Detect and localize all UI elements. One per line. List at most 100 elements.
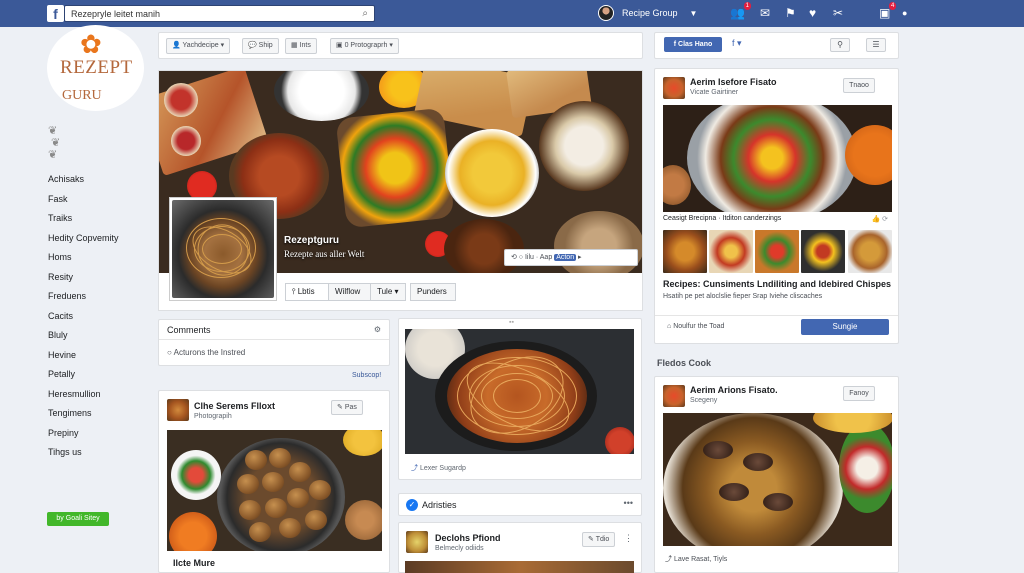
search-icon[interactable]: ⌕ bbox=[362, 8, 368, 19]
thumbnail-4[interactable] bbox=[801, 230, 845, 273]
post-title[interactable]: Declohs Pfiond bbox=[435, 533, 501, 543]
edit-icon: ✎ bbox=[588, 536, 596, 543]
post-title[interactable]: Clhe Serems Flloxt bbox=[194, 401, 275, 411]
more-options-icon[interactable]: ••• bbox=[624, 498, 633, 508]
post-footer-link[interactable]: ⌂ Noulfur the Toad bbox=[667, 323, 724, 330]
tools-icon[interactable]: ✂ bbox=[833, 6, 843, 20]
post-card-left: Clhe Serems Flloxt Photograpih ✎ Pas Ilc… bbox=[158, 390, 390, 573]
thumbnail-5[interactable] bbox=[848, 230, 892, 273]
sidebar-item[interactable]: Freduens bbox=[48, 287, 119, 307]
sidebar-nav: Achisaks Fask Traiks Hedity Copvemity Ho… bbox=[48, 170, 119, 463]
post-action-button[interactable]: ✎ Pas bbox=[331, 400, 363, 415]
logo-text-rezept: REZEPT bbox=[60, 57, 133, 78]
chevron-down-icon[interactable]: ▼ bbox=[690, 9, 698, 18]
bookmark-icon[interactable]: ⚑ bbox=[785, 6, 796, 20]
messenger-icon[interactable]: ✉ bbox=[760, 6, 770, 20]
post-image-stew[interactable] bbox=[663, 413, 892, 546]
subscribe-link[interactable]: Subscop! bbox=[352, 372, 381, 379]
cover-action-bar[interactable]: ⟲ ○ Iilu · Aap Acton ▸ bbox=[504, 249, 638, 266]
post-description: Hsatih pe pet aloclslie fieper Srap Ivie… bbox=[663, 293, 823, 300]
post-avatar[interactable] bbox=[406, 531, 428, 553]
tab-lbtis[interactable]: ⫯ Lbtis bbox=[285, 283, 329, 301]
comment-option[interactable]: ○ Acturons the Instred bbox=[167, 348, 245, 357]
post-avatar[interactable] bbox=[167, 399, 189, 421]
sidebar-item[interactable]: Bluly bbox=[48, 326, 119, 346]
sidebar-item[interactable]: Tengimens bbox=[48, 404, 119, 424]
share-icon[interactable]: ⟲ ○ bbox=[511, 254, 525, 261]
primary-action-button[interactable]: Sungie bbox=[801, 319, 889, 335]
heart-icon[interactable]: ♥ bbox=[809, 6, 816, 20]
sidebar-item[interactable]: Heresmullion bbox=[48, 385, 119, 405]
sidebar-item[interactable]: Fask bbox=[48, 190, 119, 210]
sidebar-item[interactable]: Traiks bbox=[48, 209, 119, 229]
action-button[interactable]: Acton bbox=[554, 254, 577, 261]
thumbnail-1[interactable] bbox=[663, 230, 707, 273]
pin-icon: ⤴ bbox=[665, 556, 674, 563]
pasta bbox=[447, 349, 587, 443]
sidebar-item[interactable]: Cacits bbox=[48, 307, 119, 327]
profile-menu[interactable]: Recipe Group ▼ bbox=[598, 5, 697, 21]
sidebar-item[interactable]: Homs bbox=[48, 248, 119, 268]
post-action-button[interactable]: Tnaoo bbox=[843, 78, 875, 93]
sidebar-item[interactable]: Hevine bbox=[48, 346, 119, 366]
activities-bar[interactable]: ✓ Adristies ••• bbox=[398, 493, 642, 516]
post-avatar[interactable] bbox=[663, 77, 685, 99]
toolbar-button-ship[interactable]: 💬 Ship bbox=[242, 38, 279, 54]
facebook-logo[interactable]: f bbox=[47, 5, 64, 22]
search-box[interactable]: ⌕ bbox=[64, 5, 375, 22]
lock-icon[interactable]: ● bbox=[902, 6, 907, 20]
toolbar-button-ints[interactable]: ▦ Ints bbox=[285, 38, 317, 54]
page-name[interactable]: Rezeptguru bbox=[284, 235, 339, 246]
post-avatar[interactable] bbox=[663, 385, 685, 407]
post-subtitle: Photograpih bbox=[194, 413, 232, 420]
post-image-salad-bowl[interactable] bbox=[663, 105, 892, 212]
post-card-right-top: Aerim Isefore Fisato Vicate Gairtiner Tn… bbox=[654, 68, 899, 344]
sidebar-item[interactable]: Achisaks bbox=[48, 170, 119, 190]
user-icon: 👤 bbox=[172, 42, 183, 49]
page-profile-picture[interactable] bbox=[169, 197, 277, 301]
sidebar-item[interactable]: Hedity Copvemity bbox=[48, 229, 119, 249]
post-action-button[interactable]: ✎ Tdio bbox=[582, 532, 616, 547]
tab-punders[interactable]: Punders bbox=[410, 283, 456, 301]
activities-label: Adristies bbox=[422, 500, 457, 510]
search-input[interactable] bbox=[65, 6, 345, 21]
comments-title: Comments bbox=[167, 325, 211, 335]
post-subtitle: Vicate Gairtiner bbox=[690, 89, 739, 96]
post-title[interactable]: Aerim Arions Fisato. bbox=[690, 385, 778, 395]
toolbar-button-photograph[interactable]: ▣ 0 Protograprh ▾ bbox=[330, 38, 399, 54]
menu-icon[interactable]: ☰ bbox=[866, 38, 886, 52]
sidebar-item[interactable]: Petally bbox=[48, 365, 119, 385]
thumbnail-3[interactable] bbox=[755, 230, 799, 273]
sidebar-item[interactable]: Prepiny bbox=[48, 424, 119, 444]
thumbnail-2[interactable] bbox=[709, 230, 753, 273]
drag-handle-icon[interactable]: ▪▪ bbox=[509, 319, 514, 326]
like-page-button[interactable]: f Clas Hano bbox=[664, 37, 722, 52]
page-toolbar: 👤 Yachdecipe ▾ 💬 Ship ▦ Ints ▣ 0 Protogr… bbox=[158, 32, 643, 59]
radio-icon[interactable]: ○ bbox=[167, 348, 174, 357]
facebook-small-icon[interactable]: f ▾ bbox=[732, 38, 742, 49]
settings-icon[interactable]: ⚙ bbox=[374, 325, 381, 334]
post-title[interactable]: Aerim Isefore Fisato bbox=[690, 77, 777, 87]
friends-icon[interactable]: 👥 1 bbox=[730, 2, 751, 20]
divider bbox=[655, 315, 898, 316]
bike-icon[interactable]: ⚲ bbox=[830, 38, 850, 52]
tab-tule[interactable]: Tule ▾ bbox=[370, 283, 406, 301]
post-caption: Ceasigt Brecipna · Itditon canderzings bbox=[663, 215, 782, 222]
sidebar-item[interactable]: Tihgs us bbox=[48, 443, 119, 463]
more-options-icon[interactable]: ⋮ bbox=[624, 533, 633, 544]
pin-icon: ⤴ bbox=[411, 465, 420, 472]
tab-wilflow[interactable]: Wilflow bbox=[328, 283, 371, 301]
like-icon[interactable]: 👍 ⟳ bbox=[871, 215, 888, 223]
post-action-button[interactable]: Fanoy bbox=[843, 386, 875, 401]
post-image-pasta[interactable] bbox=[405, 329, 634, 454]
notification-badge: 4 bbox=[889, 2, 897, 10]
toolbar-button-recipe[interactable]: 👤 Yachdecipe ▾ bbox=[166, 38, 231, 54]
notifications-icon[interactable]: ▣ 4 bbox=[879, 2, 897, 20]
profile-name[interactable]: Recipe Group bbox=[622, 8, 678, 18]
sidebar-item[interactable]: Resity bbox=[48, 268, 119, 288]
post-image-bottom[interactable] bbox=[405, 561, 634, 573]
post-image-meatballs[interactable] bbox=[167, 430, 382, 551]
post-footer: ⤴ Lave Rasat, Tiyls bbox=[665, 556, 728, 563]
avatar[interactable] bbox=[598, 5, 614, 21]
sidebar-footer-button[interactable]: by Goali Sitey bbox=[47, 512, 109, 526]
